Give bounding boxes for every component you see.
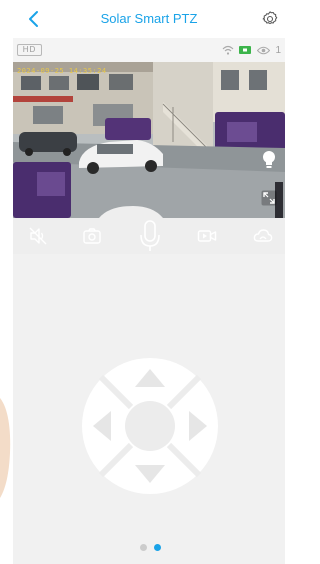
media-toolbar [13, 218, 285, 254]
page-indicator-dot-2[interactable] [154, 544, 161, 551]
ptz-control-panel [13, 254, 285, 564]
camera-snapshot-icon[interactable] [82, 226, 102, 246]
video-timestamp: 2024-09-25 14:35:24 [17, 67, 107, 75]
cloud-icon[interactable] [253, 226, 273, 246]
finger-overlay [0, 398, 11, 498]
left-edge [0, 0, 13, 564]
page-title: Solar Smart PTZ [100, 11, 198, 26]
status-strip: HD 1 [13, 38, 285, 62]
eye-icon [257, 46, 271, 54]
hd-quality-badge[interactable]: HD [17, 44, 42, 56]
page-indicator-dot-1[interactable] [140, 544, 147, 551]
battery-icon [239, 46, 252, 54]
video-record-icon[interactable] [197, 226, 217, 246]
camera-live-view[interactable]: 2024-09-25 14:35:24 [13, 62, 285, 218]
wifi-icon [223, 45, 234, 55]
header: Solar Smart PTZ [13, 0, 285, 38]
ptz-direction-pad[interactable] [81, 357, 219, 495]
status-indicators: 1 [222, 43, 281, 57]
app-window: Solar Smart PTZ HD 1 2024-09-25 14:35:24 [13, 0, 285, 564]
gear-icon[interactable] [261, 10, 279, 28]
microphone-icon[interactable] [139, 220, 161, 252]
lightbulb-icon[interactable] [261, 150, 277, 170]
camera-feed-image [13, 62, 285, 218]
fullscreen-icon[interactable] [261, 190, 277, 206]
speaker-mute-icon[interactable] [28, 226, 48, 246]
viewer-count: 1 [275, 44, 281, 56]
